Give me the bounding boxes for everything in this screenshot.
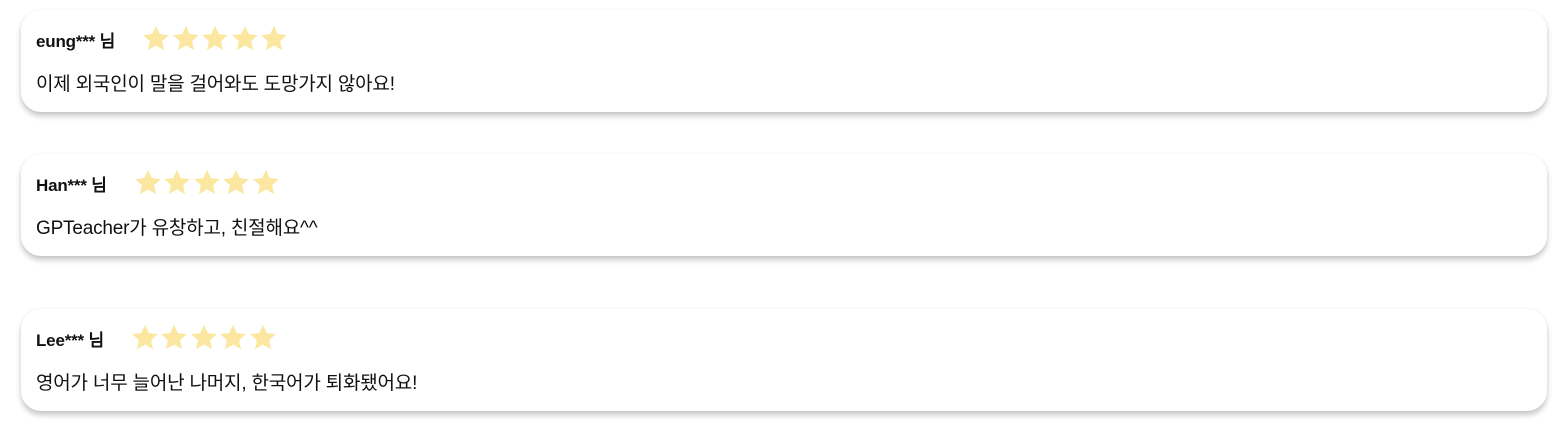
star-icon — [193, 170, 220, 195]
star-rating — [133, 168, 281, 198]
star-icon — [161, 325, 188, 350]
review-text: 영어가 너무 늘어난 나머지, 한국어가 퇴화됐어요! — [36, 373, 418, 394]
star-icon — [191, 325, 217, 350]
star-icon — [220, 325, 247, 350]
review-card: Han*** 님 GPTeacher가 유창하고, 친절해요^^ — [21, 154, 1547, 256]
reviewer-name: Han*** 님 — [36, 175, 107, 195]
star-rating — [141, 24, 289, 54]
star-icon — [172, 26, 199, 51]
star-icon — [252, 170, 279, 195]
star-icon — [134, 170, 161, 195]
star-icon — [261, 26, 287, 51]
review-header: Han*** 님 — [36, 166, 280, 200]
review-text: 이제 외국인이 말을 걸어와도 도망가지 않아요! — [36, 74, 395, 95]
review-card: eung*** 님 이제 외국인이 말을 걸어와도 도망가지 않아요! — [21, 10, 1547, 112]
review-header: eung*** 님 — [36, 22, 289, 56]
reviewer-name: Lee*** 님 — [36, 330, 104, 350]
reviewer-name: eung*** 님 — [36, 31, 116, 51]
star-icon — [132, 325, 158, 350]
review-header: Lee*** 님 — [36, 321, 277, 355]
star-rating — [130, 323, 278, 353]
star-icon — [223, 170, 249, 195]
review-text: GPTeacher가 유창하고, 친절해요^^ — [36, 218, 318, 239]
star-icon — [250, 325, 276, 350]
review-card: Lee*** 님 영어가 너무 늘어난 나머지, 한국어가 퇴화됐어요! — [21, 309, 1547, 411]
star-icon — [202, 26, 228, 51]
star-icon — [143, 26, 169, 51]
star-icon — [164, 170, 190, 195]
star-icon — [231, 26, 258, 51]
